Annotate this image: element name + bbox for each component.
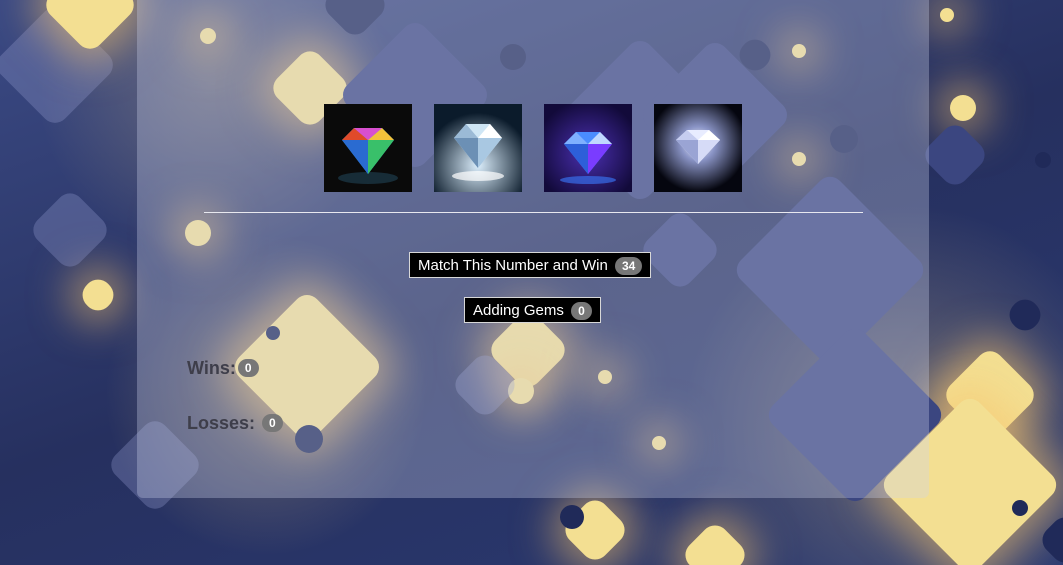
target-number-badge: 34 xyxy=(614,257,643,276)
losses-badge: 0 xyxy=(262,414,283,433)
game-panel: Match This Number and Win 34 Adding Gems… xyxy=(137,0,929,498)
target-label: Match This Number and Win xyxy=(418,257,608,274)
divider xyxy=(204,212,863,213)
losses-label: Losses: xyxy=(187,413,256,433)
losses-stat: Losses: 0 xyxy=(187,413,283,434)
gem-image-1 xyxy=(324,104,412,192)
gem-row xyxy=(137,104,929,192)
gem-total-label: Adding Gems xyxy=(473,302,564,319)
gem-button-4[interactable] xyxy=(654,104,742,192)
gem-total-badge: 0 xyxy=(571,302,592,321)
gem-button-2[interactable] xyxy=(434,104,522,192)
gem-button-3[interactable] xyxy=(544,104,632,192)
wins-badge: 0 xyxy=(237,359,259,378)
gem-image-3 xyxy=(544,104,632,192)
gem-image-4 xyxy=(654,104,742,192)
gem-image-2 xyxy=(434,104,522,192)
gem-button-1[interactable] xyxy=(324,104,412,192)
target-number-box: Match This Number and Win 34 xyxy=(409,252,652,278)
wins-stat: Wins: 0 xyxy=(187,358,259,379)
gem-total-box: Adding Gems 0 xyxy=(464,297,601,323)
wins-label: Wins: xyxy=(187,358,236,378)
